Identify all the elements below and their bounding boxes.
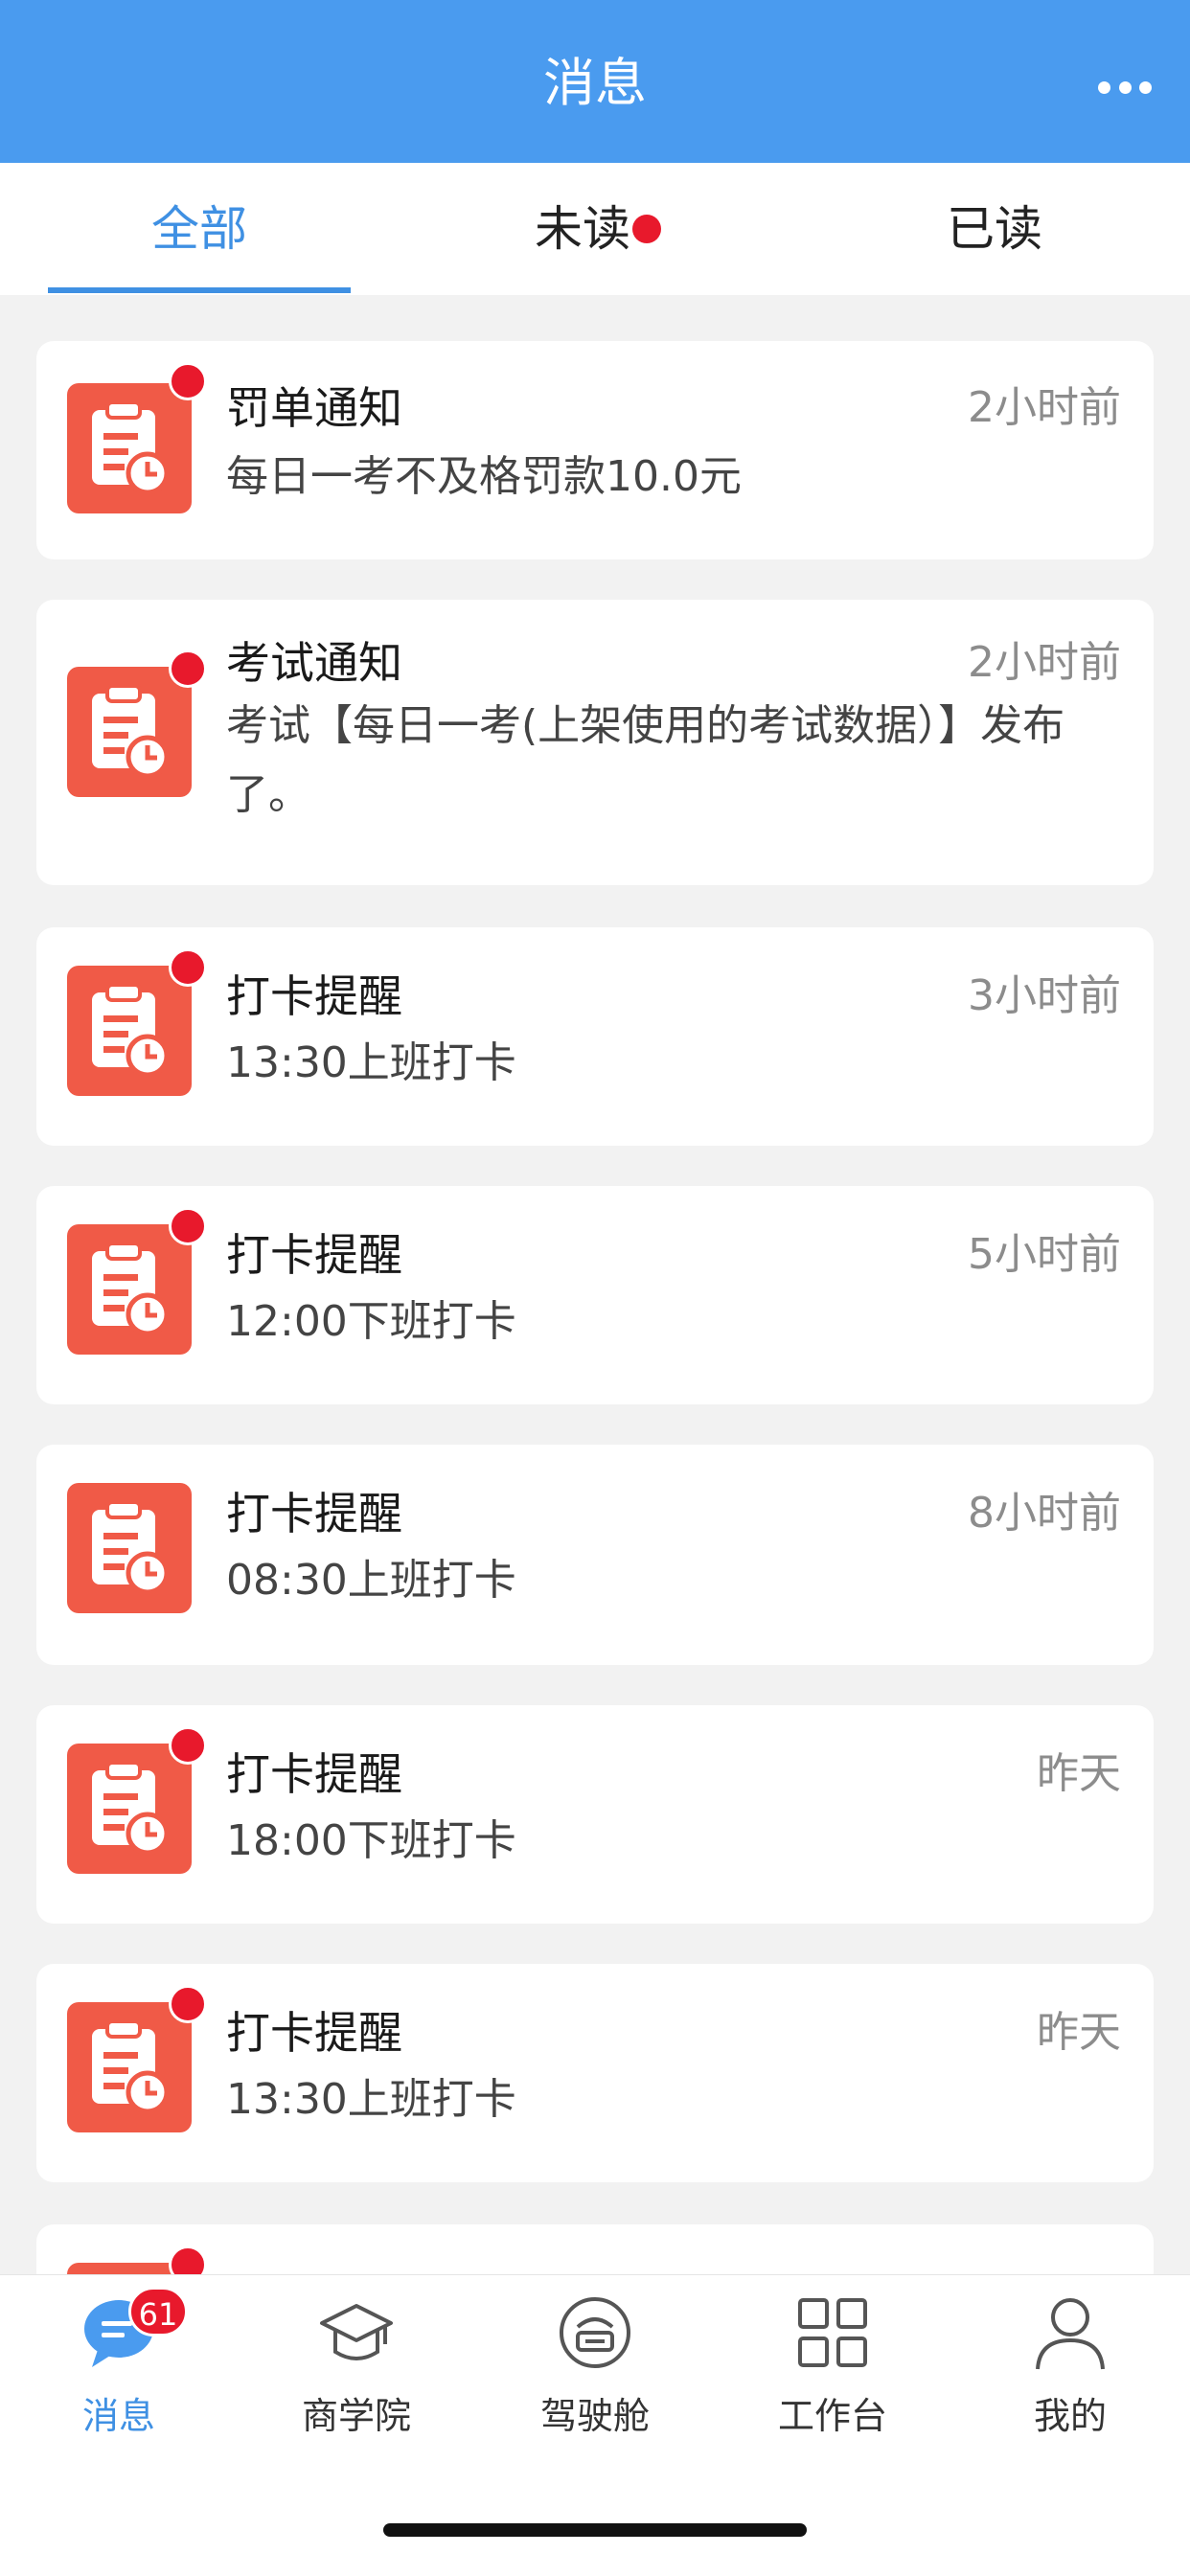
nav-item-profile[interactable]: 我的 [974, 2294, 1166, 2438]
clipboard-clock-icon [67, 667, 192, 797]
message-time: 3小时前 [968, 971, 1121, 1020]
unread-badge [169, 1726, 207, 1765]
message-title: 打卡提醒 [226, 1229, 402, 1281]
message-card[interactable]: 打卡提醒 5小时前 12:00下班打卡 [36, 1186, 1154, 1404]
message-body: 18:00下班打卡 [226, 1816, 516, 1865]
clipboard-clock-icon [67, 1483, 192, 1613]
tab-all[interactable]: 全部 [48, 163, 351, 295]
message-body: 考试【每日一考(上架使用的考试数据）】发布了。 [226, 701, 1065, 819]
unread-badge [169, 1207, 207, 1245]
message-time: 昨天 [1037, 1749, 1121, 1798]
nav-label-profile: 我的 [1033, 2395, 1107, 2437]
nav-item-workbench[interactable]: 工作台 [737, 2294, 928, 2438]
clipboard-clock-icon [67, 2002, 192, 2132]
message-title: 打卡提醒 [226, 1488, 402, 1539]
message-body: 13:30上班打卡 [226, 2075, 516, 2124]
clipboard-clock-icon [67, 383, 192, 513]
more-dots-icon[interactable] [1098, 80, 1152, 94]
clipboard-clock-icon [67, 1224, 192, 1355]
cockpit-icon [560, 2297, 630, 2368]
nav-label-academy: 商学院 [301, 2395, 411, 2437]
message-body: 每日一考不及格罚款10.0元 [226, 452, 742, 501]
message-title: 打卡提醒 [226, 1748, 402, 1800]
message-card[interactable] [36, 2224, 1154, 2274]
message-list[interactable]: 罚单通知 2小时前 每日一考不及格罚款10.0元 考试通知 2小时前 考试【每日… [0, 295, 1190, 2274]
message-card[interactable]: 打卡提醒 8小时前 08:30上班打卡 [36, 1445, 1154, 1665]
tab-unread[interactable]: 未读 [446, 163, 749, 295]
nav-label-messages: 消息 [81, 2395, 155, 2437]
unread-badge [169, 2245, 207, 2274]
home-indicator[interactable] [383, 2523, 807, 2537]
message-time: 2小时前 [968, 638, 1121, 687]
clipboard-clock-icon [67, 966, 192, 1096]
unread-dot [632, 214, 661, 243]
message-time: 5小时前 [968, 1230, 1121, 1279]
nav-label-workbench: 工作台 [777, 2395, 887, 2437]
message-card[interactable]: 考试通知 2小时前 考试【每日一考(上架使用的考试数据）】发布了。 [36, 600, 1154, 885]
top-bar: 消息 [0, 0, 1190, 163]
graduation-cap-icon [320, 2304, 393, 2360]
tab-bar: 全部 未读 已读 [0, 163, 1190, 295]
message-title: 罚单通知 [226, 382, 402, 434]
unread-badge [169, 948, 207, 987]
tab-read-label: 已读 [947, 201, 1042, 257]
clipboard-clock-icon [67, 1744, 192, 1874]
page-title: 消息 [543, 53, 647, 113]
message-time: 2小时前 [968, 383, 1121, 432]
unread-badge [169, 362, 207, 400]
message-body: 12:00下班打卡 [226, 1297, 516, 1346]
message-body: 08:30上班打卡 [226, 1556, 516, 1605]
message-time: 8小时前 [968, 1489, 1121, 1538]
nav-item-messages[interactable]: 61 消息 [23, 2287, 215, 2438]
user-icon [1036, 2298, 1105, 2370]
message-title: 打卡提醒 [226, 2007, 402, 2059]
message-card[interactable]: 打卡提醒 昨天 18:00下班打卡 [36, 1705, 1154, 1924]
message-body: 13:30上班打卡 [226, 1038, 516, 1087]
message-card[interactable]: 打卡提醒 昨天 13:30上班打卡 [36, 1964, 1154, 2182]
message-count-badge: 61 [128, 2287, 188, 2337]
message-title: 考试通知 [226, 637, 402, 689]
message-card[interactable]: 打卡提醒 3小时前 13:30上班打卡 [36, 927, 1154, 1146]
active-tab-indicator [48, 287, 351, 293]
message-card[interactable]: 罚单通知 2小时前 每日一考不及格罚款10.0元 [36, 341, 1154, 559]
tab-read[interactable]: 已读 [843, 163, 1146, 295]
unread-badge [169, 1985, 207, 2023]
tab-unread-label: 未读 [535, 201, 630, 257]
message-title: 打卡提醒 [226, 970, 402, 1022]
nav-item-academy[interactable]: 商学院 [261, 2294, 452, 2438]
nav-label-cockpit: 驾驶舱 [539, 2395, 650, 2437]
unread-badge [169, 650, 207, 688]
message-time: 昨天 [1037, 2008, 1121, 2057]
nav-item-cockpit[interactable]: 驾驶舱 [499, 2294, 691, 2438]
grid-icon [798, 2298, 867, 2367]
tab-all-label: 全部 [151, 201, 247, 257]
